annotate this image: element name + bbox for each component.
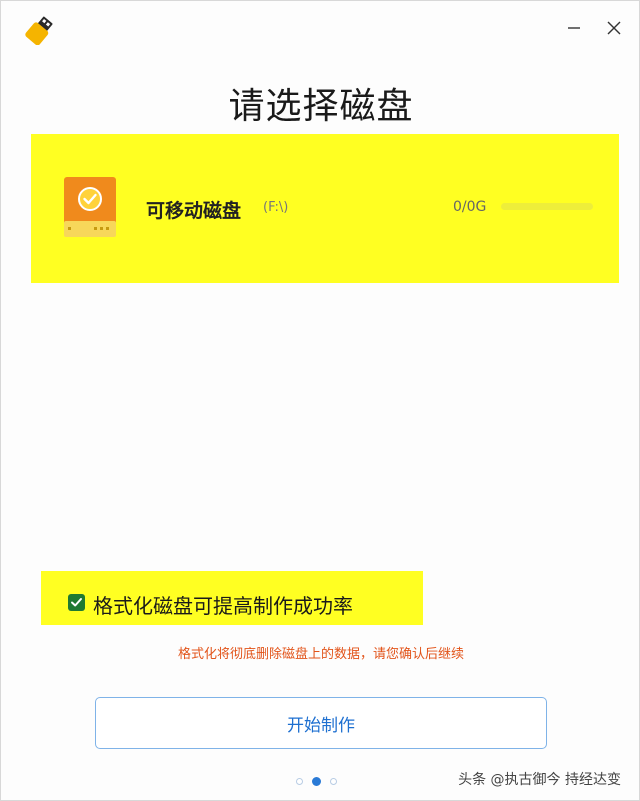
disk-name: 可移动磁盘	[146, 200, 242, 222]
format-warning-text: 格式化将彻底删除磁盘上的数据，请您确认后继续	[177, 647, 464, 662]
page-dot-2[interactable]	[312, 777, 321, 786]
close-button[interactable]	[603, 17, 625, 39]
close-icon	[607, 21, 621, 35]
format-checkbox[interactable]	[68, 594, 85, 611]
removable-disk-icon	[64, 177, 116, 239]
page-dot-1[interactable]	[296, 778, 303, 785]
disk-size: 0/0G	[453, 199, 487, 215]
page-title: 请选择磁盘	[228, 86, 414, 127]
minimize-button[interactable]	[563, 17, 585, 39]
minimize-icon	[568, 27, 580, 29]
app-window: 请选择磁盘 可移动磁盘 (F:\) 0/0G 格式化磁盘可提高制作成功率 格式化…	[0, 0, 640, 801]
disk-list-item[interactable]: 可移动磁盘 (F:\) 0/0G	[31, 134, 619, 283]
page-dot-3[interactable]	[330, 778, 337, 785]
disk-usage-bar	[501, 203, 593, 210]
watermark-text: 头条 @执古御今 持经达变	[458, 772, 621, 788]
disk-path: (F:\)	[263, 200, 289, 215]
format-disk-option[interactable]: 格式化磁盘可提高制作成功率	[41, 571, 423, 625]
format-option-label: 格式化磁盘可提高制作成功率	[93, 594, 353, 618]
usb-drive-icon	[23, 15, 57, 46]
start-button[interactable]: 开始制作	[95, 697, 547, 749]
checkmark-icon	[71, 598, 82, 607]
page-indicator	[296, 777, 337, 786]
